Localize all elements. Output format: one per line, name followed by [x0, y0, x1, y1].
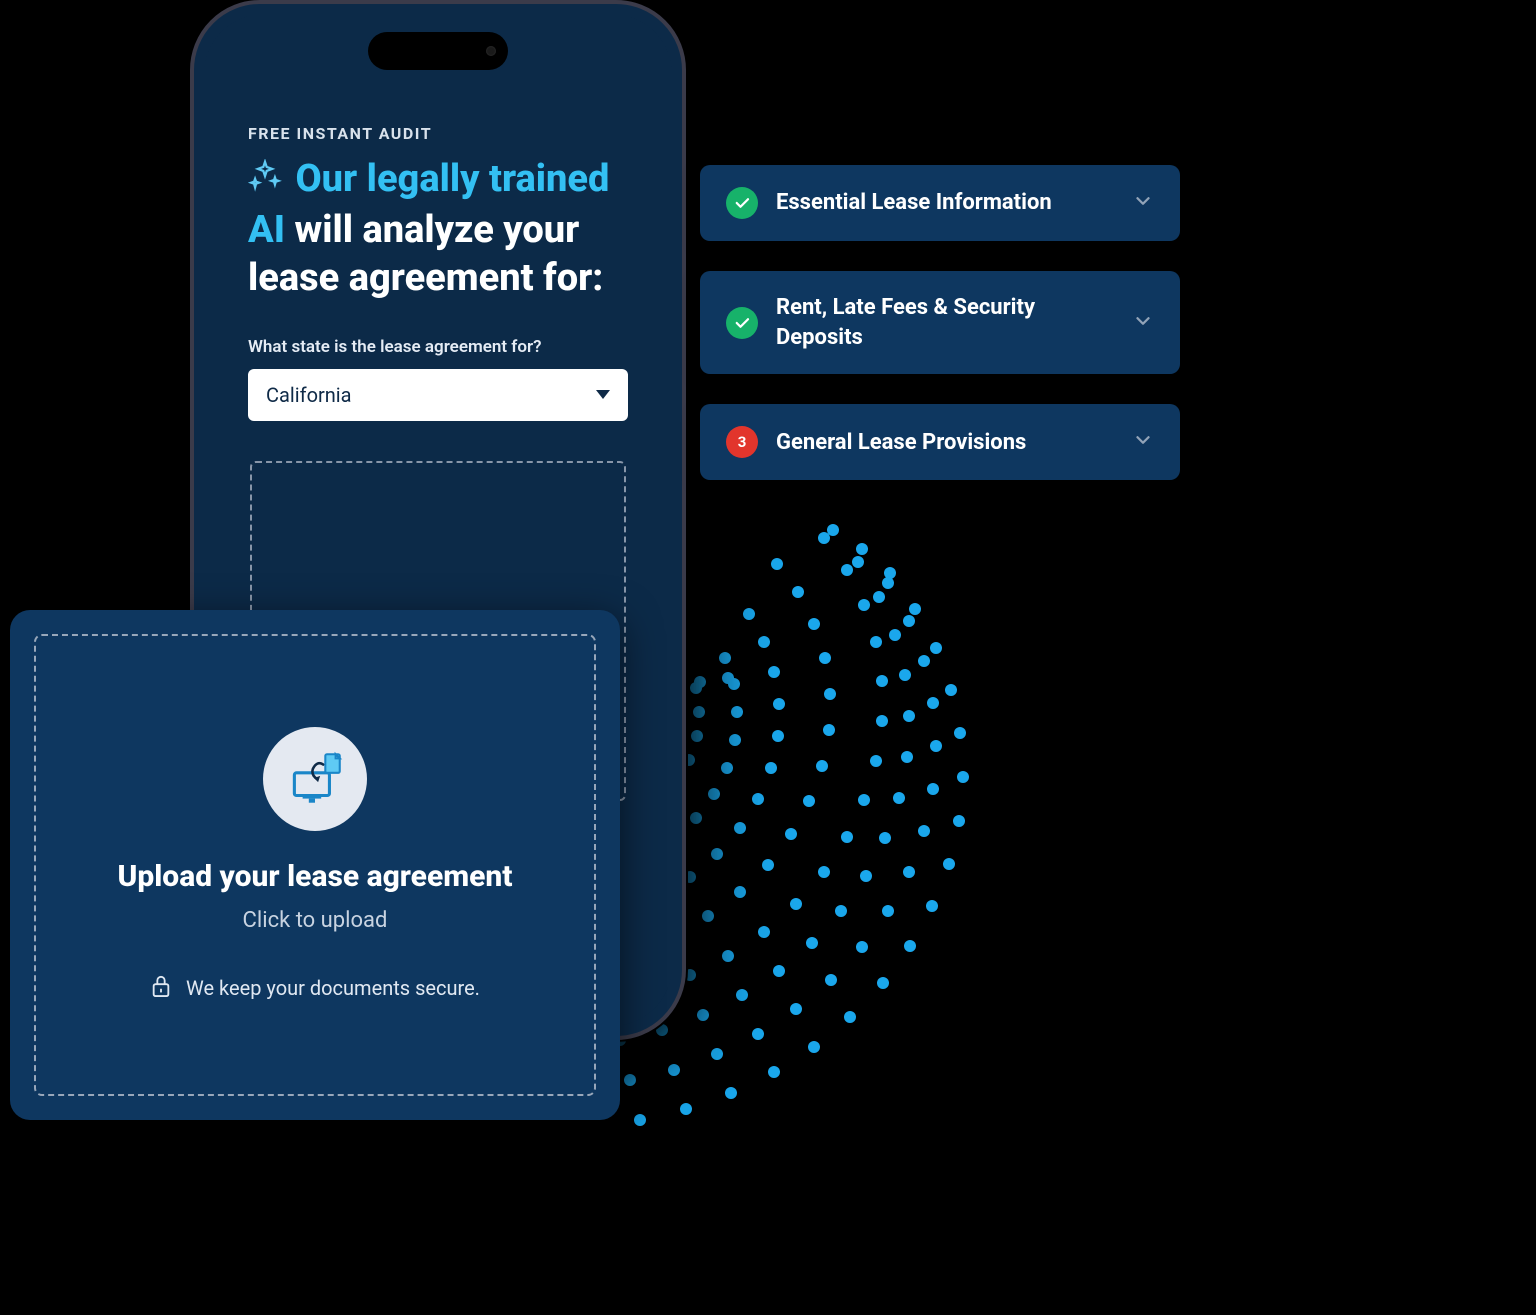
headline-part-1: Our legally trained [295, 157, 609, 201]
caret-down-icon [596, 390, 610, 399]
status-ok-icon [726, 187, 758, 219]
category-card-general-lease-provisions[interactable]: 3 General Lease Provisions [700, 404, 1180, 480]
headline: Our legally trained AI will analyze your… [248, 155, 628, 303]
upload-subtitle: Click to upload [243, 908, 388, 933]
chevron-down-icon [1132, 429, 1154, 455]
upload-icon [263, 727, 367, 831]
status-ok-icon [726, 307, 758, 339]
warning-count: 3 [738, 433, 747, 451]
category-title: Rent, Late Fees & Security Deposits [776, 293, 1114, 352]
headline-part-4: lease agreement for: [248, 256, 603, 300]
category-card-rent-fees-deposits[interactable]: Rent, Late Fees & Security Deposits [700, 271, 1180, 374]
sparkle-icon [248, 157, 282, 206]
status-warning-badge: 3 [726, 426, 758, 458]
lock-icon [150, 973, 172, 1004]
chevron-down-icon [1132, 310, 1154, 336]
state-select-label: What state is the lease agreement for? [248, 337, 628, 357]
upload-title: Upload your lease agreement [117, 859, 512, 894]
secure-text: We keep your documents secure. [186, 976, 480, 1000]
category-title: Essential Lease Information [776, 188, 1114, 218]
category-card-essential-lease-information[interactable]: Essential Lease Information [700, 165, 1180, 241]
state-select-value: California [266, 383, 352, 407]
camera-dot-icon [486, 46, 496, 56]
state-select[interactable]: California [248, 369, 628, 421]
category-title: General Lease Provisions [776, 428, 1114, 458]
secure-note: We keep your documents secure. [150, 973, 480, 1004]
upload-panel: Upload your lease agreement Click to upl… [10, 610, 620, 1120]
headline-part-3: will analyze your [294, 208, 579, 252]
audit-categories-list: Essential Lease Information Rent, Late F… [700, 165, 1180, 480]
chevron-down-icon [1132, 190, 1154, 216]
dynamic-island [368, 32, 508, 70]
headline-part-2: AI [248, 208, 285, 252]
eyebrow-label: FREE INSTANT AUDIT [248, 124, 628, 143]
upload-dropzone[interactable]: Upload your lease agreement Click to upl… [34, 634, 596, 1096]
